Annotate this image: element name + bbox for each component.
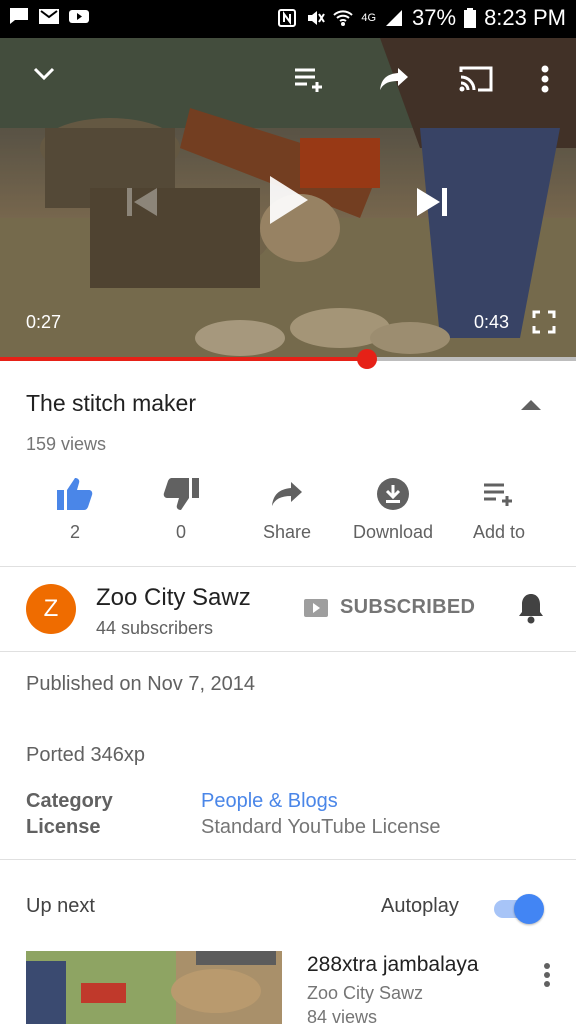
share-label: Share <box>262 522 312 542</box>
more-vert-icon <box>544 963 550 987</box>
share-icon <box>272 482 302 506</box>
like-count: 2 <box>69 522 80 542</box>
more-options-button[interactable] <box>532 62 558 96</box>
view-count: 159 views <box>26 434 107 454</box>
caret-up-icon <box>521 400 541 410</box>
previous-icon <box>127 188 157 216</box>
minimize-button[interactable] <box>28 58 60 90</box>
duration: 0:43 <box>474 312 510 332</box>
action-bar: 2 0 Share Download Add to <box>0 472 576 552</box>
next-button[interactable] <box>410 180 454 224</box>
network-label: 4G <box>361 12 377 24</box>
description-text: Ported 346xp <box>26 744 145 766</box>
up-next-section: Up next Autoplay 288xtra jambalaya Zoo C… <box>0 861 576 1024</box>
thumbs-up-icon <box>57 478 93 510</box>
battery-percent: 37% <box>412 5 457 30</box>
collapse-description-button[interactable] <box>517 396 545 416</box>
next-video-channel: Zoo City Sawz <box>307 983 424 1003</box>
add-to-button[interactable]: Add to <box>444 472 554 543</box>
publish-date: Published on Nov 7, 2014 <box>26 673 256 695</box>
dislike-button[interactable]: 0 <box>126 472 236 543</box>
chevron-down-icon <box>33 67 55 81</box>
play-button[interactable] <box>258 168 318 232</box>
status-bar: 4G 37% 8:23 PM <box>0 0 576 38</box>
signal-icon <box>386 10 403 26</box>
autoplay-label: Autoplay <box>381 895 459 917</box>
youtube-notification-icon <box>69 10 89 23</box>
category-link[interactable]: People & Blogs <box>201 790 338 813</box>
thumbnail-image <box>26 951 282 1024</box>
subscribed-label: SUBSCRIBED <box>340 596 476 618</box>
subscribed-button[interactable]: SUBSCRIBED <box>304 596 475 619</box>
license-key: License <box>26 816 101 838</box>
next-video-title[interactable]: 288xtra jambalaya <box>307 953 479 977</box>
share-icon <box>380 68 408 90</box>
fullscreen-button[interactable] <box>528 306 560 338</box>
more-vert-icon <box>541 65 549 93</box>
autoplay-toggle[interactable] <box>492 893 546 924</box>
wifi-icon <box>333 10 354 26</box>
mute-icon <box>308 11 326 25</box>
nfc-icon <box>278 9 297 27</box>
add-to-playlist-icon <box>295 68 322 92</box>
next-video-views: 84 views <box>307 1007 378 1024</box>
previous-button[interactable] <box>120 180 164 224</box>
add-to-playlist-button[interactable] <box>290 62 330 96</box>
play-icon <box>270 176 308 224</box>
notification-bell-button[interactable] <box>516 592 546 624</box>
subscriber-count: 44 subscribers <box>96 618 214 638</box>
bell-icon <box>519 594 543 624</box>
category-key: Category <box>26 790 113 812</box>
dislike-count: 0 <box>175 522 186 542</box>
license-value: Standard YouTube License <box>201 816 441 838</box>
share-button[interactable] <box>374 62 414 96</box>
gmail-notification-icon <box>39 9 59 24</box>
youtube-play-icon <box>304 598 328 617</box>
clock: 8:23 PM <box>484 5 566 30</box>
channel-row: Z Zoo City Sawz 44 subscribers SUBSCRIBE… <box>0 568 576 652</box>
next-video-thumbnail[interactable] <box>26 951 282 1024</box>
channel-name[interactable]: Zoo City Sawz <box>96 584 251 612</box>
description-panel: Published on Nov 7, 2014 Ported 346xp Ca… <box>0 653 576 860</box>
download-icon <box>377 478 409 510</box>
download-label: Download <box>352 522 434 542</box>
fullscreen-icon <box>532 310 556 334</box>
cast-button[interactable] <box>455 62 497 96</box>
up-next-label: Up next <box>26 895 95 917</box>
chat-notification-icon <box>10 8 28 24</box>
cast-icon <box>459 66 493 92</box>
next-icon <box>417 188 447 216</box>
add-to-playlist-icon <box>484 483 512 506</box>
next-video-more-button[interactable] <box>536 961 558 989</box>
seek-bar[interactable] <box>0 349 576 369</box>
battery-icon <box>464 8 477 28</box>
download-button[interactable]: Download <box>338 472 448 543</box>
video-player[interactable]: 0:27 0:43 <box>0 38 576 358</box>
add-to-label: Add to <box>472 522 526 542</box>
video-title: The stitch maker <box>26 390 196 416</box>
like-button[interactable]: 2 <box>20 472 130 543</box>
thumbs-down-icon <box>163 478 199 510</box>
share-action-button[interactable]: Share <box>232 472 342 543</box>
seek-bar-progress <box>0 357 368 361</box>
video-info: The stitch maker 159 views 2 0 Share Dow… <box>0 362 576 567</box>
avatar[interactable]: Z <box>26 584 76 634</box>
current-time: 0:27 <box>26 312 62 332</box>
